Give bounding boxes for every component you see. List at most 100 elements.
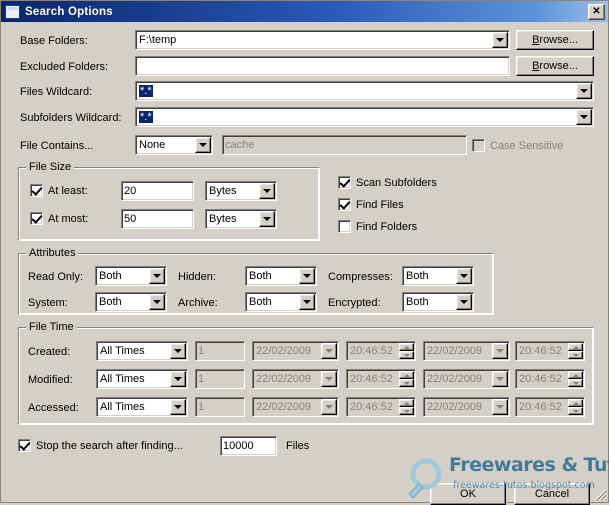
compresses-combo[interactable]: Both <box>402 266 474 286</box>
find-files-checkbox-box[interactable] <box>338 198 351 211</box>
title-bar[interactable]: Search Options ✕ <box>1 1 608 22</box>
chevron-down-icon[interactable] <box>299 268 315 284</box>
subfolders-wildcard-value-wrap: *.* <box>136 111 576 123</box>
created-time2-spinner: 20:46:52 <box>515 341 585 361</box>
subfolders-wildcard-value: *.* <box>139 111 153 123</box>
stop-search-checkbox[interactable]: Stop the search after finding... <box>18 439 183 452</box>
chevron-down-icon[interactable] <box>492 32 508 48</box>
at-most-unit-combo[interactable]: Bytes <box>205 209 277 229</box>
at-least-checkbox-box[interactable] <box>30 184 43 197</box>
chevron-down-icon <box>321 399 337 415</box>
cancel-button[interactable]: Cancel <box>514 483 590 505</box>
created-label: Created: <box>28 346 71 358</box>
scan-subfolders-checkbox[interactable]: Scan Subfolders <box>338 176 437 189</box>
accessed-count-value: 1 <box>198 401 205 413</box>
chevron-down-icon[interactable] <box>170 343 186 359</box>
at-least-unit-combo[interactable]: Bytes <box>205 181 277 201</box>
chevron-down-icon[interactable] <box>170 399 186 415</box>
excluded-folders-browse-button[interactable]: Browse... <box>516 56 594 76</box>
at-most-checkbox-box[interactable] <box>30 212 43 225</box>
accessed-time2-spinner: 20:46:52 <box>515 397 585 417</box>
base-folders-combo[interactable]: F:\temp <box>135 30 510 50</box>
chevron-down-icon[interactable] <box>259 211 275 227</box>
encrypted-value: Both <box>406 296 429 308</box>
attributes-group-title: Attributes <box>26 247 79 259</box>
system-label: System: <box>28 297 68 309</box>
accessed-date2-value: 22/02/2009 <box>427 401 483 413</box>
archive-combo[interactable]: Both <box>245 292 317 312</box>
file-time-group-title: File Time <box>26 321 77 333</box>
accessed-date1-value: 22/02/2009 <box>256 401 312 413</box>
file-contains-text-input: cache <box>222 135 467 155</box>
base-folders-browse-button[interactable]: Browse... <box>516 30 594 50</box>
chevron-down-icon <box>492 371 508 387</box>
modified-time2-spinner: 20:46:52 <box>515 369 585 389</box>
chevron-down-icon[interactable] <box>149 268 165 284</box>
read-only-label: Read Only: <box>28 271 84 283</box>
stop-search-suffix-label: Files <box>286 440 310 452</box>
created-date1-picker: 22/02/2009 <box>252 341 339 361</box>
file-contains-mode-value: None <box>139 139 166 151</box>
created-count-value: 1 <box>198 345 205 357</box>
spinner-icon <box>568 343 583 359</box>
chevron-down-icon[interactable] <box>259 183 275 199</box>
file-contains-mode-combo[interactable]: None <box>135 135 213 155</box>
chevron-down-icon[interactable] <box>149 294 165 310</box>
created-mode-combo[interactable]: All Times <box>96 341 188 361</box>
at-least-value: 20 <box>124 185 137 197</box>
find-folders-checkbox[interactable]: Find Folders <box>338 220 417 233</box>
files-wildcard-value: *.* <box>139 85 153 97</box>
stop-search-checkbox-box[interactable] <box>18 439 31 452</box>
window-title: Search Options <box>25 5 113 18</box>
ok-button[interactable]: OK <box>430 483 506 505</box>
modified-count-value: 1 <box>198 373 205 385</box>
files-wildcard-label: Files Wildcard: <box>20 86 93 98</box>
subfolders-wildcard-combo[interactable]: *.* <box>135 107 594 127</box>
chevron-down-icon <box>321 343 337 359</box>
modified-date2-picker: 22/02/2009 <box>423 369 510 389</box>
stop-search-count-input[interactable]: 10000 <box>220 436 277 456</box>
chevron-down-icon[interactable] <box>195 137 211 153</box>
at-least-value-input[interactable]: 20 <box>121 181 194 201</box>
modified-time1-spinner: 20:46:52 <box>346 369 416 389</box>
modified-count-input: 1 <box>195 369 245 389</box>
created-mode-value: All Times <box>100 345 145 357</box>
modified-time2-value: 20:46:52 <box>519 373 562 385</box>
hidden-combo[interactable]: Both <box>245 266 317 286</box>
files-wildcard-combo[interactable]: *.* <box>135 81 594 101</box>
created-count-input: 1 <box>195 341 245 361</box>
chevron-down-icon[interactable] <box>170 371 186 387</box>
created-date2-value: 22/02/2009 <box>427 345 483 357</box>
chevron-down-icon <box>321 371 337 387</box>
file-size-group: File Size <box>18 161 320 241</box>
chevron-down-icon <box>492 343 508 359</box>
system-combo[interactable]: Both <box>95 292 167 312</box>
chevron-down-icon[interactable] <box>456 268 472 284</box>
subfolders-wildcard-label: Subfolders Wildcard: <box>20 112 122 124</box>
chevron-down-icon[interactable] <box>456 294 472 310</box>
spinner-icon <box>568 399 583 415</box>
at-most-checkbox[interactable]: At most: <box>30 212 88 225</box>
chevron-down-icon[interactable] <box>299 294 315 310</box>
accessed-mode-combo[interactable]: All Times <box>96 397 188 417</box>
read-only-combo[interactable]: Both <box>95 266 167 286</box>
accessed-time1-spinner: 20:46:52 <box>346 397 416 417</box>
resize-grip[interactable] <box>593 487 607 501</box>
system-value: Both <box>99 296 122 308</box>
accessed-time2-value: 20:46:52 <box>519 401 562 413</box>
find-files-checkbox[interactable]: Find Files <box>338 198 404 211</box>
at-most-value-input[interactable]: 50 <box>121 209 194 229</box>
hidden-label: Hidden: <box>178 271 216 283</box>
encrypted-combo[interactable]: Both <box>402 292 474 312</box>
chevron-down-icon[interactable] <box>576 83 592 99</box>
ok-button-label: OK <box>460 488 476 500</box>
find-files-label: Find Files <box>356 198 404 211</box>
excluded-folders-input[interactable] <box>135 56 510 76</box>
created-time1-spinner: 20:46:52 <box>346 341 416 361</box>
at-least-checkbox[interactable]: At least: <box>30 184 88 197</box>
modified-mode-combo[interactable]: All Times <box>96 369 188 389</box>
scan-subfolders-checkbox-box[interactable] <box>338 176 351 189</box>
find-folders-checkbox-box[interactable] <box>338 220 351 233</box>
close-icon[interactable]: ✕ <box>588 3 605 20</box>
chevron-down-icon[interactable] <box>576 109 592 125</box>
